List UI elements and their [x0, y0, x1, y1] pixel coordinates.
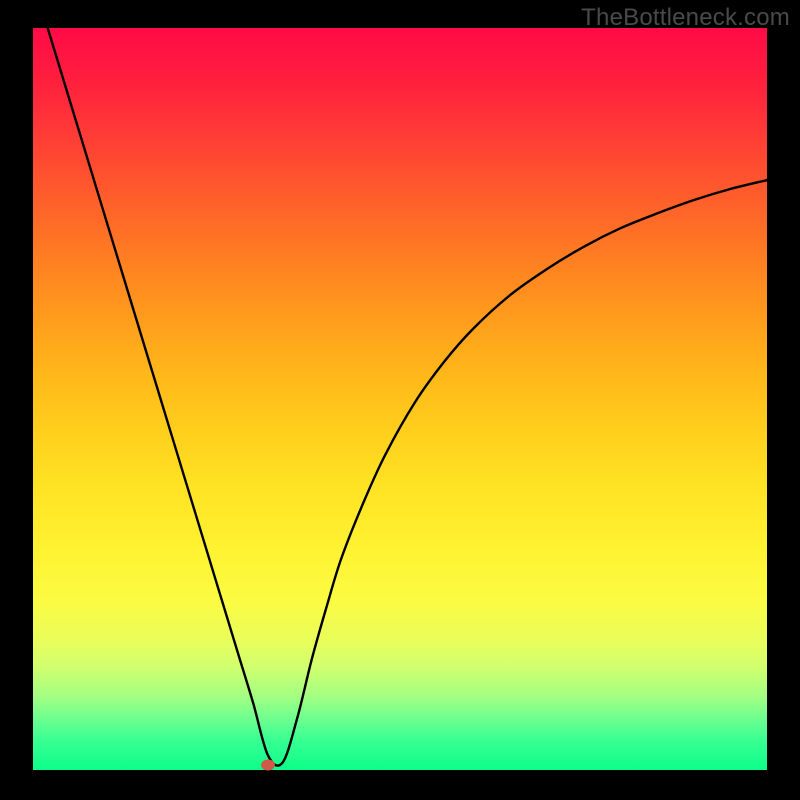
plot-background-gradient — [33, 28, 767, 770]
watermark-text: TheBottleneck.com — [581, 4, 790, 32]
chart-frame: TheBottleneck.com — [0, 0, 800, 800]
optimum-marker — [261, 760, 275, 771]
